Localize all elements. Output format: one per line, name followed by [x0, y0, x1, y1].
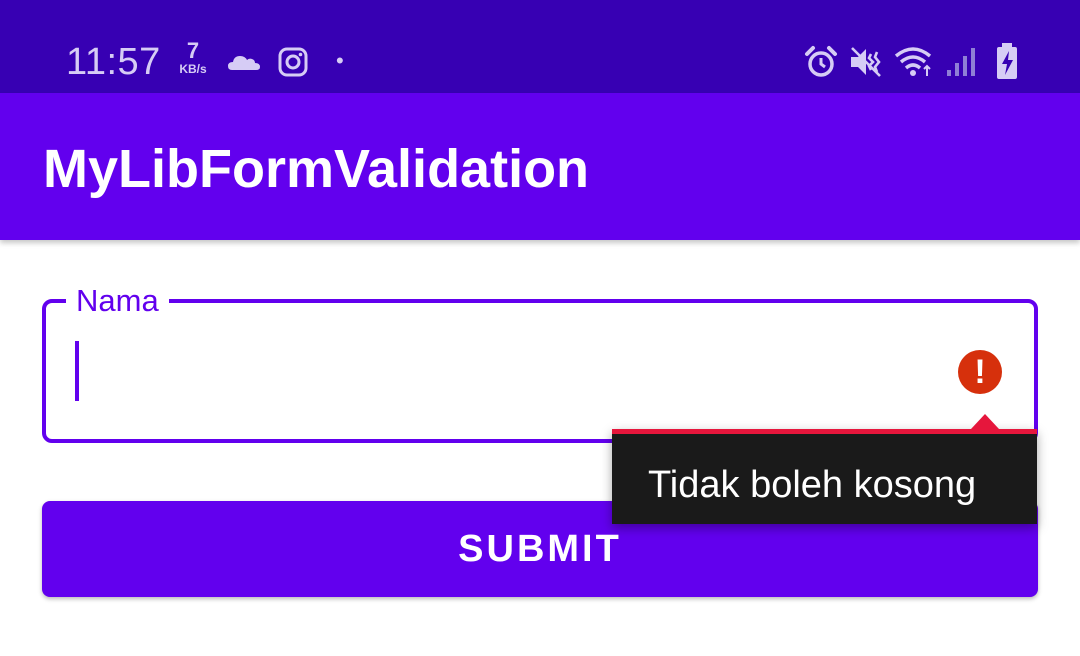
signal-icon [944, 44, 976, 78]
text-cursor [75, 341, 79, 401]
error-message: Tidak boleh kosong [648, 464, 977, 506]
name-input[interactable] [68, 333, 918, 403]
notification-dot-icon: • [336, 48, 344, 73]
battery-charging-icon [993, 42, 1021, 80]
name-field[interactable]: Nama ! [42, 281, 1038, 443]
error-popup: Tidak boleh kosong [612, 414, 1037, 524]
wifi-icon [893, 44, 935, 78]
network-speed-value: 7 [186, 38, 200, 63]
instagram-icon [277, 46, 309, 78]
status-bar: 11:57 7 KB/s • [0, 0, 1080, 93]
network-speed: 7 KB/s [172, 38, 214, 76]
app-bar: MyLibFormValidation [0, 93, 1080, 240]
vibrate-mute-icon [848, 44, 884, 80]
network-speed-unit: KB/s [179, 62, 207, 76]
app-title: MyLibFormValidation [43, 139, 590, 199]
cloud-icon [226, 50, 262, 74]
alarm-icon [803, 44, 839, 80]
name-field-label: Nama [66, 281, 169, 321]
status-time: 11:57 [66, 41, 161, 83]
error-popup-arrow [971, 414, 999, 429]
error-icon[interactable]: ! [958, 350, 1002, 394]
